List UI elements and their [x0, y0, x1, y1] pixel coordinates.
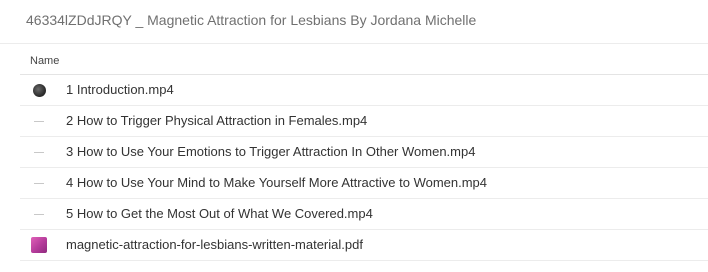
file-name[interactable]: 4 How to Use Your Mind to Make Yourself …: [66, 175, 487, 191]
file-row[interactable]: 4 How to Use Your Mind to Make Yourself …: [20, 168, 708, 199]
file-list: 1 Introduction.mp4 2 How to Trigger Phys…: [20, 75, 708, 261]
blank-thumbnail-icon: [30, 143, 48, 161]
file-name[interactable]: 1 Introduction.mp4: [66, 82, 174, 98]
file-name[interactable]: magnetic-attraction-for-lesbians-written…: [66, 237, 363, 253]
blank-thumbnail-icon: [30, 205, 48, 223]
file-row[interactable]: magnetic-attraction-for-lesbians-written…: [20, 230, 708, 261]
file-name[interactable]: 2 How to Trigger Physical Attraction in …: [66, 113, 367, 129]
blank-thumbnail-icon: [30, 174, 48, 192]
header-divider: [0, 43, 708, 44]
file-name[interactable]: 5 How to Get the Most Out of What We Cov…: [66, 206, 373, 222]
file-name[interactable]: 3 How to Use Your Emotions to Trigger At…: [66, 144, 475, 160]
file-row[interactable]: 5 How to Get the Most Out of What We Cov…: [20, 199, 708, 230]
folder-title: 46334lZDdJRQY _ Magnetic Attraction for …: [26, 12, 477, 28]
pdf-thumbnail-icon: [30, 236, 48, 254]
blank-thumbnail-icon: [30, 112, 48, 130]
file-row[interactable]: 3 How to Use Your Emotions to Trigger At…: [20, 137, 708, 168]
video-thumbnail-icon: [30, 81, 48, 99]
file-row[interactable]: 1 Introduction.mp4: [20, 75, 708, 106]
column-header-name[interactable]: Name: [30, 54, 59, 68]
file-row[interactable]: 2 How to Trigger Physical Attraction in …: [20, 106, 708, 137]
